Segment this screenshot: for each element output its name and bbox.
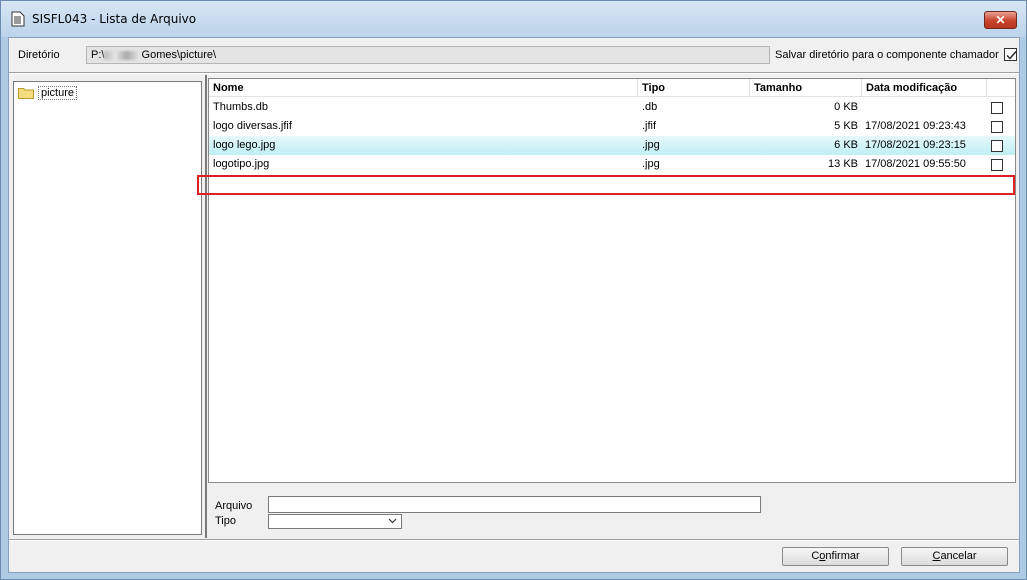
window-title: SISFL043 - Lista de Arquivo bbox=[32, 12, 197, 26]
arquivo-label: Arquivo bbox=[215, 500, 253, 512]
cancel-button[interactable]: Cancelar bbox=[901, 547, 1008, 566]
cell-type: .jpg bbox=[642, 139, 660, 151]
cell-name: logo lego.jpg bbox=[213, 139, 276, 151]
cell-date: 17/08/2021 09:55:50 bbox=[865, 158, 966, 170]
cell-name: logotipo.jpg bbox=[213, 158, 270, 170]
cell-type: .jpg bbox=[642, 158, 660, 170]
table-row-selected[interactable]: logo lego.jpg .jpg 6 KB 17/08/2021 09:23… bbox=[209, 136, 1015, 155]
folder-icon bbox=[18, 88, 34, 99]
save-directory-label: Salvar diretório para o componente chama… bbox=[775, 49, 999, 61]
directory-path-field: P:\ Gomes\picture\ bbox=[86, 46, 770, 64]
cell-type: .jfif bbox=[642, 120, 657, 132]
cell-type: .db bbox=[642, 101, 658, 113]
cell-size: 5 KB bbox=[834, 120, 858, 132]
tree-item-label: picture bbox=[38, 86, 78, 100]
cell-date: 17/08/2021 09:23:15 bbox=[865, 139, 966, 151]
row-checkbox[interactable] bbox=[991, 159, 1003, 171]
cell-name: logo diversas.jfif bbox=[213, 120, 292, 132]
file-list-window: SISFL043 - Lista de Arquivo ✕ Diretório … bbox=[0, 0, 1027, 580]
tree-item-picture[interactable]: picture bbox=[18, 85, 78, 101]
chevron-down-icon bbox=[388, 518, 397, 524]
table-row[interactable]: logotipo.jpg .jpg 13 KB 17/08/2021 09:55… bbox=[209, 155, 1015, 174]
column-header-nome[interactable]: Nome bbox=[209, 79, 638, 97]
file-list[interactable]: Nome Tipo Tamanho Data modificação Thumb… bbox=[208, 78, 1016, 483]
row-checkbox[interactable] bbox=[991, 140, 1003, 152]
title-bar[interactable]: SISFL043 - Lista de Arquivo ✕ bbox=[1, 1, 1026, 37]
top-separator bbox=[9, 72, 1019, 74]
close-button[interactable]: ✕ bbox=[984, 11, 1017, 29]
confirm-button[interactable]: Confirmar bbox=[782, 547, 889, 566]
redacted-path-segment bbox=[104, 50, 139, 60]
checkmark-icon bbox=[1006, 51, 1017, 60]
row-checkbox[interactable] bbox=[991, 102, 1003, 114]
table-row[interactable]: logo diversas.jfif .jfif 5 KB 17/08/2021… bbox=[209, 117, 1015, 136]
column-header-tipo[interactable]: Tipo bbox=[638, 79, 750, 97]
tipo-label: Tipo bbox=[215, 515, 236, 527]
cell-size: 13 KB bbox=[828, 158, 858, 170]
document-icon bbox=[11, 11, 25, 27]
row-checkbox[interactable] bbox=[991, 121, 1003, 133]
save-directory-checkbox[interactable] bbox=[1004, 48, 1017, 61]
list-header: Nome Tipo Tamanho Data modificação bbox=[209, 79, 1015, 97]
column-header-tamanho[interactable]: Tamanho bbox=[750, 79, 862, 97]
tipo-select[interactable] bbox=[268, 514, 402, 529]
bottom-separator bbox=[9, 539, 1019, 541]
cell-size: 6 KB bbox=[834, 139, 858, 151]
pane-splitter[interactable] bbox=[205, 75, 207, 538]
folder-tree[interactable]: picture bbox=[13, 81, 202, 535]
confirm-label-post: nfirmar bbox=[825, 550, 860, 562]
arquivo-input[interactable] bbox=[268, 496, 761, 513]
directory-path-suffix: Gomes\picture\ bbox=[141, 49, 217, 61]
directory-path-prefix: P:\ bbox=[91, 49, 105, 61]
cancel-label-post: ancelar bbox=[940, 550, 977, 562]
cell-date: 17/08/2021 09:23:43 bbox=[865, 120, 966, 132]
directory-label: Diretório bbox=[18, 49, 60, 61]
cell-size: 0 KB bbox=[834, 101, 858, 113]
cell-name: Thumbs.db bbox=[213, 101, 269, 113]
column-header-data[interactable]: Data modificação bbox=[862, 79, 987, 97]
dialog-client: Diretório P:\ Gomes\picture\ Salvar dire… bbox=[8, 37, 1020, 573]
close-icon: ✕ bbox=[995, 13, 1006, 27]
table-row[interactable]: Thumbs.db .db 0 KB bbox=[209, 98, 1015, 117]
